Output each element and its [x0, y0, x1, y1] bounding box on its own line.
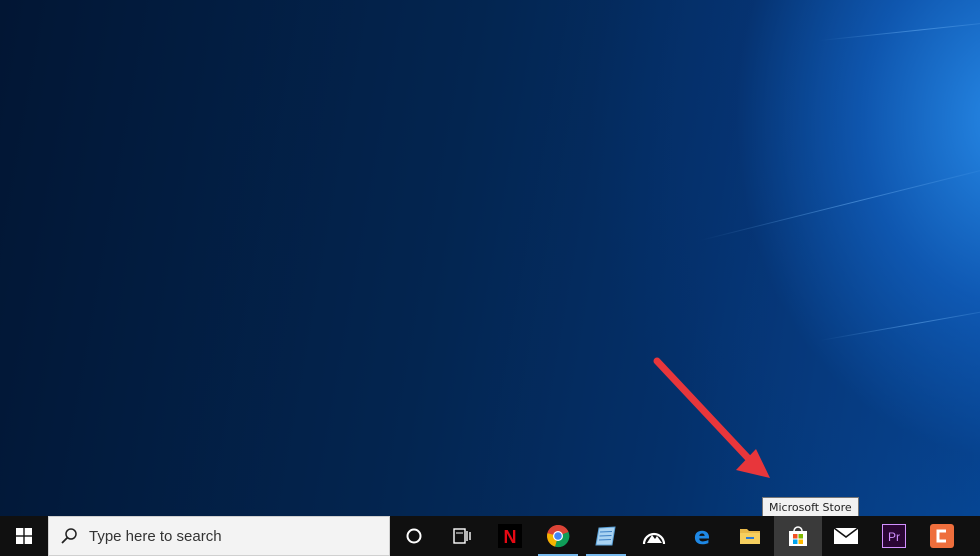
- light-beam: [819, 305, 980, 341]
- mail-icon: [833, 527, 859, 544]
- photos-icon: [642, 532, 666, 545]
- taskbar: N: [0, 516, 980, 556]
- store-icon: [789, 526, 807, 546]
- taskbar-app-camtasia[interactable]: [918, 516, 966, 556]
- task-view-icon: [453, 528, 471, 544]
- taskbar-app-microsoft-store[interactable]: [774, 516, 822, 556]
- premiere-icon: Pr: [882, 524, 906, 548]
- light-beam: [699, 162, 980, 241]
- search-icon: [49, 527, 89, 545]
- task-view-button[interactable]: [438, 516, 486, 556]
- cortana-button[interactable]: [390, 516, 438, 556]
- cortana-circle-icon: [406, 528, 422, 544]
- taskbar-app-file-explorer[interactable]: [726, 516, 774, 556]
- svg-text:Pr: Pr: [888, 530, 900, 544]
- notepad-icon: [595, 526, 616, 546]
- light-beam: [819, 19, 980, 41]
- taskbar-app-premiere[interactable]: Pr: [870, 516, 918, 556]
- windows-logo-icon: [16, 528, 32, 544]
- desktop-background: [0, 0, 980, 516]
- chrome-icon: [547, 524, 570, 548]
- taskbar-app-photos[interactable]: [630, 516, 678, 556]
- netflix-icon: N: [498, 524, 522, 548]
- taskbar-app-notepad[interactable]: [582, 516, 630, 556]
- svg-text:N: N: [504, 527, 517, 547]
- edge-icon: e: [694, 524, 710, 548]
- taskbar-app-edge[interactable]: e: [678, 516, 726, 556]
- store-tooltip: Microsoft Store: [762, 497, 859, 518]
- start-button[interactable]: [0, 516, 48, 556]
- search-input[interactable]: [89, 527, 369, 545]
- search-box[interactable]: [48, 516, 390, 556]
- file-explorer-icon: [740, 529, 760, 544]
- svg-text:e: e: [694, 524, 710, 548]
- taskbar-app-mail[interactable]: [822, 516, 870, 556]
- taskbar-app-chrome[interactable]: [534, 516, 582, 556]
- annotation-arrow: [653, 357, 770, 478]
- camtasia-icon: [930, 524, 954, 548]
- taskbar-app-netflix[interactable]: N: [486, 516, 534, 556]
